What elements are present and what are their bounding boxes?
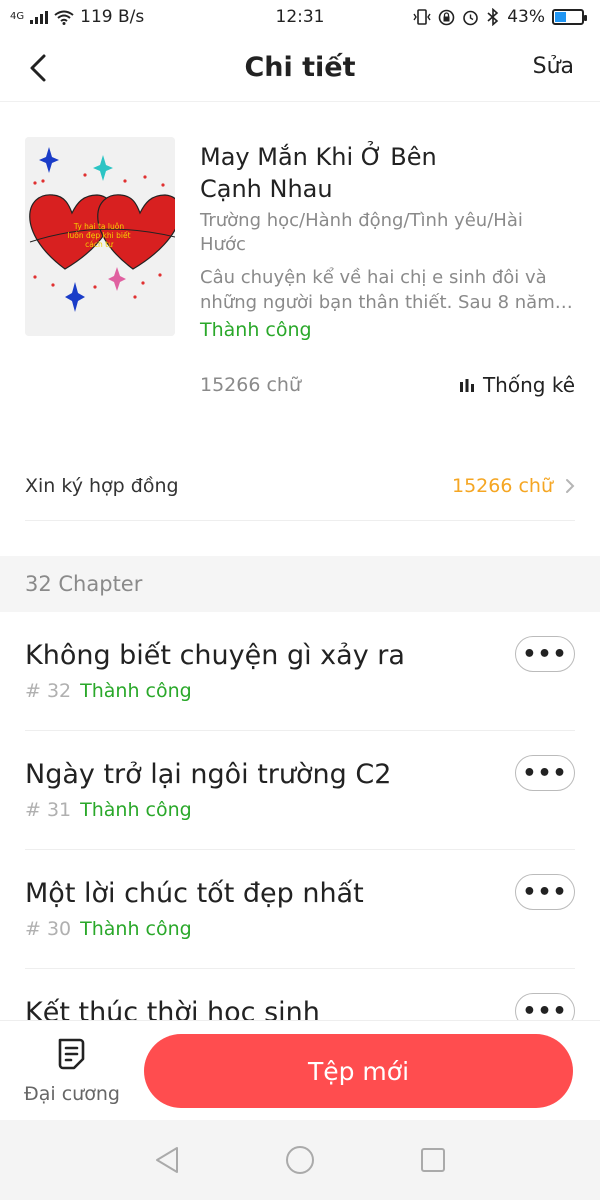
chapter-more-button[interactable]: ••• [515,636,575,672]
book-info: Ty hai ta luôn luôn đẹp khi biết cách tự… [0,103,600,556]
chapter-more-button[interactable]: ••• [515,755,575,791]
contract-value-group: 15266 chữ [452,475,575,497]
contract-word-count: 15266 chữ [451,474,553,497]
chapter-meta: # 30 Thành công [25,918,192,940]
nav-recent-button[interactable] [408,1135,458,1185]
bluetooth-icon [487,8,499,26]
bar-chart-icon [459,379,474,392]
wifi-icon [54,10,74,25]
cover-hearts-image: Ty hai ta luôn luôn đẹp khi biết cách tự [25,137,175,336]
contract-label: Xin ký hợp đồng [25,474,179,497]
outline-button[interactable]: Đại cương [20,1037,124,1117]
nav-back-button[interactable] [142,1135,192,1185]
app-header: Chi tiết Sửa [0,34,600,102]
svg-text:cách tự: cách tự [85,240,114,249]
stats-button[interactable]: Thống kê [459,373,575,397]
chevron-left-icon [30,54,46,82]
rotation-lock-icon [438,9,455,25]
book-word-count: 15266 chữ [200,374,302,396]
chapter-more-button[interactable]: ••• [515,993,575,1020]
vibrate-icon [413,9,431,25]
new-chapter-button[interactable]: Tệp mới [144,1034,573,1108]
net-speed: 119 B/s [80,7,145,27]
outline-label: Đại cương [24,1083,120,1105]
back-button[interactable] [20,48,56,88]
chapter-meta: # 31 Thành công [25,799,192,821]
chapter-number: # 31 [25,799,72,821]
chapter-title: Một lời chúc tốt đẹp nhất [25,878,364,909]
contract-row[interactable]: Xin ký hợp đồng 15266 chữ [25,451,575,521]
chapter-title: Không biết chuyện gì xảy ra [25,640,405,671]
battery-level [555,12,567,22]
chapter-list: Không biết chuyện gì xảy ra # 32 Thành c… [0,612,600,1020]
status-right: 43% [413,7,587,27]
document-icon [58,1038,85,1070]
chapter-more-button[interactable]: ••• [515,874,575,910]
svg-text:luôn đẹp khi biết: luôn đẹp khi biết [67,231,130,240]
edit-button[interactable]: Sửa [533,54,574,79]
battery-percent: 43% [507,7,545,27]
book-genres: Trường học/Hành động/Tình yêu/Hài Hước [200,210,523,255]
chapter-count: 32 Chapter [25,572,143,596]
circle-home-icon [285,1146,314,1174]
stats-label: Thống kê [482,373,575,397]
system-nav-bar [0,1120,600,1200]
triangle-back-icon [155,1147,178,1173]
chapter-status: Thành công [80,680,192,702]
network-type: 4G [10,11,25,22]
chapter-section-header: 32 Chapter [0,556,600,612]
battery-icon [552,9,587,25]
chapter-title: Kết thúc thời học sinh [25,997,320,1020]
chevron-right-icon [566,478,575,493]
book-cover[interactable]: Ty hai ta luôn luôn đẹp khi biết cách tự [25,137,175,336]
chapter-item[interactable]: Không biết chuyện gì xảy ra # 32 Thành c… [25,612,575,731]
chapter-item[interactable]: Một lời chúc tốt đẹp nhất # 30 Thành côn… [25,850,575,969]
chapter-item[interactable]: Ngày trở lại ngôi trường C2 # 31 Thành c… [25,731,575,850]
book-description: Câu chuyện kể về hai chị e sinh đôi và n… [200,267,555,313]
alarm-icon [463,10,479,25]
nav-home-button[interactable] [275,1135,325,1185]
page-title: Chi tiết [244,52,356,83]
square-recent-icon [421,1148,446,1172]
chapter-title: Ngày trở lại ngôi trường C2 [25,759,392,790]
status-bar: 4G 119 B/s 12:31 43% [0,0,600,34]
chapter-status: Thành công [80,918,192,940]
chapter-item[interactable]: Kết thúc thời học sinh ••• [25,969,575,1020]
book-status: Thành công [200,319,312,341]
chapter-number: # 30 [25,918,72,940]
book-title: May Mắn Khi Ở Bên Cạnh Nhau [200,143,437,203]
chapter-number: # 32 [25,680,72,702]
chapter-meta: # 32 Thành công [25,680,192,702]
svg-text:Ty hai ta luôn: Ty hai ta luôn [73,222,124,231]
signal-icon [30,11,49,24]
status-left: 4G 119 B/s [10,7,210,27]
clock: 12:31 [275,7,325,27]
chapter-status: Thành công [80,799,192,821]
bottom-action-bar: Đại cương Tệp mới [0,1020,600,1120]
